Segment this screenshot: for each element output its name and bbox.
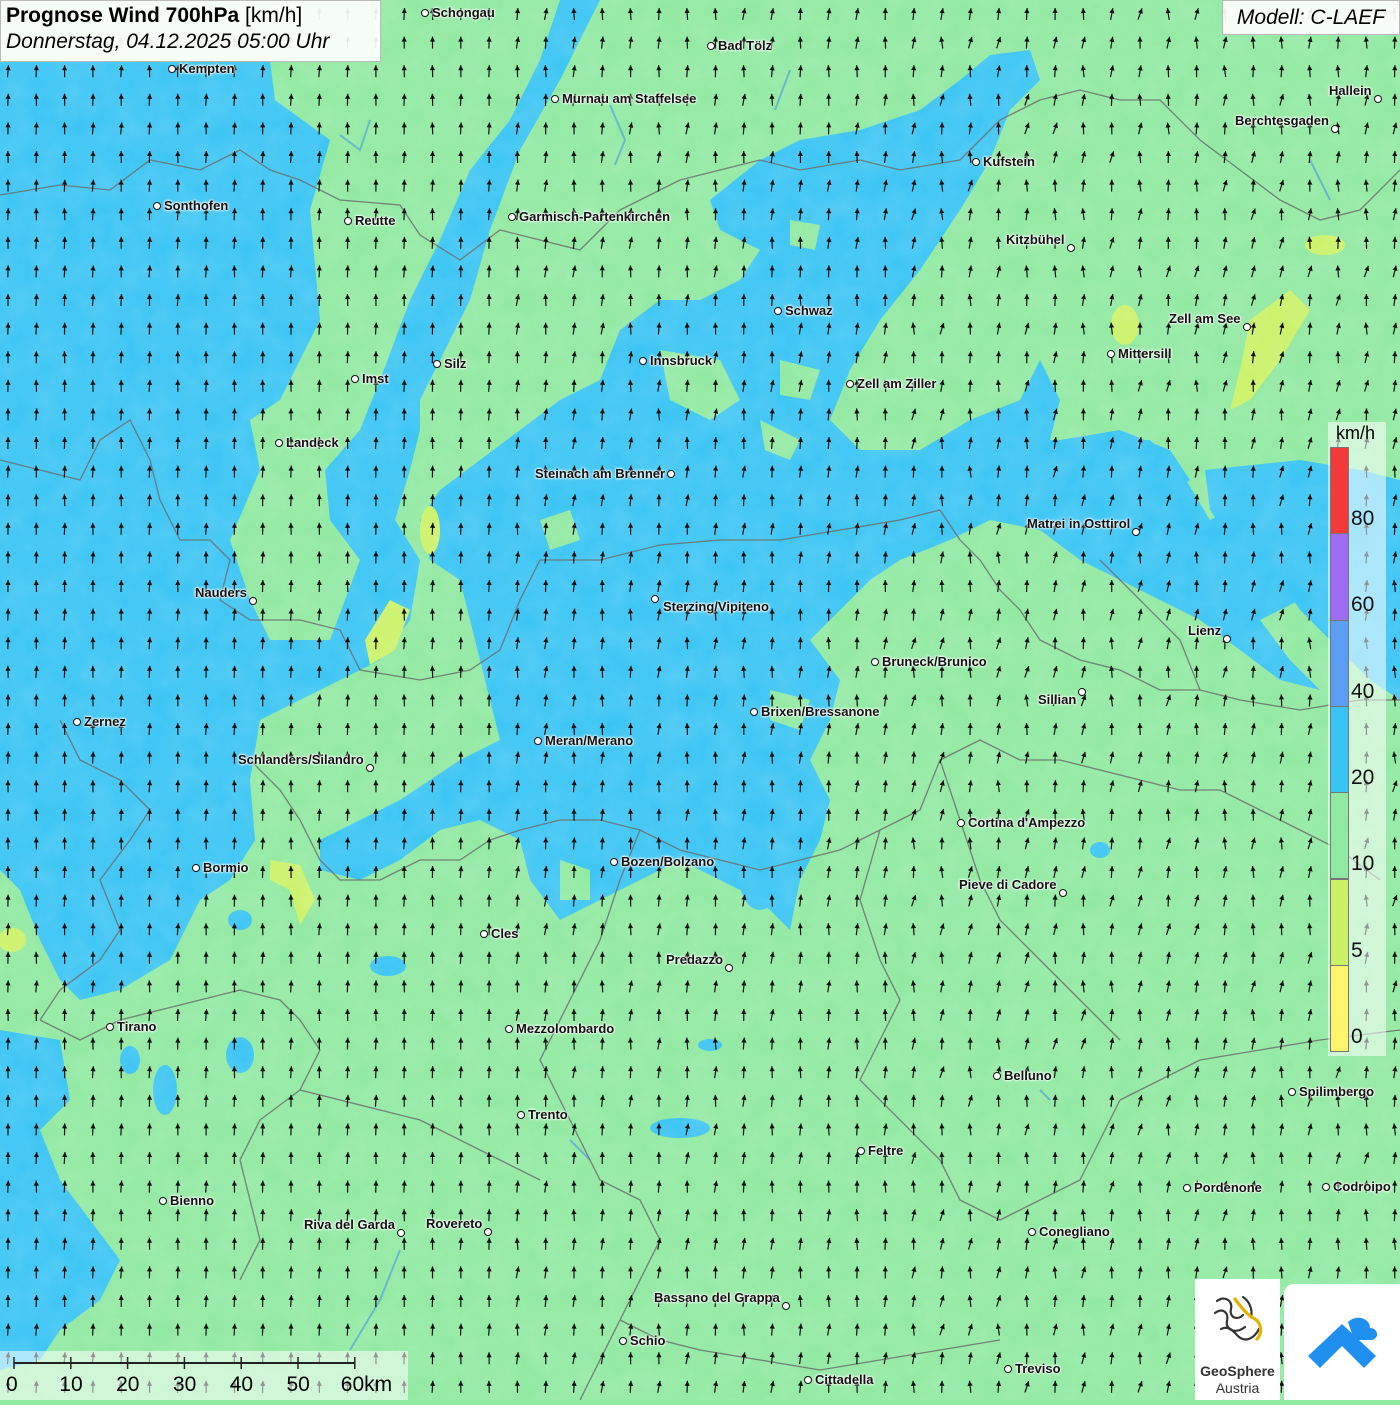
city-marker	[846, 380, 854, 388]
city-marker	[1107, 350, 1115, 358]
city-marker	[707, 42, 715, 50]
city-label: Zell am See	[1169, 312, 1241, 326]
city-marker	[725, 964, 733, 972]
city-label: Kitzbühel	[1006, 233, 1065, 247]
city-label: Imst	[362, 372, 389, 386]
city-marker	[1243, 323, 1251, 331]
map-title-main: Prognose Wind 700hPa	[6, 4, 239, 27]
city-marker	[421, 9, 429, 17]
city-label: Innsbruck	[650, 354, 712, 368]
city-marker	[534, 737, 542, 745]
city-label: Reutte	[355, 214, 395, 228]
city-marker	[651, 595, 659, 603]
city-marker	[344, 217, 352, 225]
city-label: Zell am Ziller	[857, 377, 936, 391]
city-marker	[505, 1025, 513, 1033]
city-label: Trento	[528, 1108, 568, 1122]
city-label: Steinach am Brenner	[535, 467, 665, 481]
city-marker	[1078, 688, 1086, 696]
city-marker	[73, 718, 81, 726]
city-label: Meran/Merano	[545, 734, 633, 748]
city-label: Hallein	[1329, 84, 1372, 98]
city-label: Sterzing/Vipiteno	[663, 600, 769, 614]
city-label: Sillian	[1038, 693, 1076, 707]
city-marker	[972, 158, 980, 166]
city-label: Spilimbergo	[1299, 1085, 1374, 1099]
city-label: Bozen/Bolzano	[621, 855, 714, 869]
city-label: Landeck	[286, 436, 339, 450]
city-label: Murnau am Staffelsee	[562, 92, 696, 106]
city-label: Predazzo	[666, 953, 723, 967]
city-marker	[1223, 635, 1231, 643]
city-marker	[639, 357, 647, 365]
city-marker	[249, 597, 257, 605]
city-label: Bormio	[203, 861, 249, 875]
city-label: Tirano	[117, 1020, 157, 1034]
city-label: Kufstein	[983, 155, 1035, 169]
model-label: Modell: C-LAEF	[1222, 0, 1400, 35]
city-marker	[1067, 244, 1075, 252]
city-label: Belluno	[1004, 1069, 1052, 1083]
city-label: Nauders	[195, 586, 247, 600]
map-title: Prognose Wind 700hPa [km/h]	[6, 4, 375, 28]
city-label: Mittersill	[1118, 347, 1171, 361]
city-label: Brixen/Bressanone	[761, 705, 880, 719]
city-marker	[957, 819, 965, 827]
city-label: Bruneck/Brunico	[882, 655, 987, 669]
city-label: Matrei in Osttirol	[1027, 517, 1130, 531]
city-marker	[1331, 125, 1339, 133]
city-marker	[517, 1111, 525, 1119]
city-label: Garmisch-Partenkirchen	[519, 210, 670, 224]
city-label: Sonthofen	[164, 199, 228, 213]
city-marker	[551, 95, 559, 103]
city-label: Kempten	[179, 62, 235, 76]
city-marker	[168, 65, 176, 73]
city-label: Zernez	[84, 715, 126, 729]
city-marker	[433, 360, 441, 368]
city-marker	[275, 439, 283, 447]
map-title-box: Prognose Wind 700hPa [km/h] Donnerstag, …	[0, 0, 381, 62]
city-marker	[750, 708, 758, 716]
city-marker	[1374, 95, 1382, 103]
city-label: Mezzolombardo	[516, 1022, 614, 1036]
map-title-unit: [km/h]	[245, 4, 302, 27]
city-label: Pieve di Cadore	[959, 878, 1057, 892]
city-label: Bad Tölz	[718, 39, 772, 53]
city-marker	[1132, 528, 1140, 536]
city-marker	[508, 213, 516, 221]
city-marker	[774, 307, 782, 315]
city-marker	[1288, 1088, 1296, 1096]
city-label: Berchtesgaden	[1235, 114, 1329, 128]
city-marker	[993, 1072, 1001, 1080]
city-marker	[857, 1147, 865, 1155]
city-label: Schwaz	[785, 304, 833, 318]
city-marker	[667, 470, 675, 478]
city-marker	[153, 202, 161, 210]
city-marker	[610, 858, 618, 866]
city-label: Silz	[444, 357, 466, 371]
city-marker	[366, 764, 374, 772]
city-marker	[871, 658, 879, 666]
city-label: Cles	[491, 927, 518, 941]
city-label: Feltre	[868, 1144, 903, 1158]
city-label: Lienz	[1188, 624, 1221, 638]
city-label: Cortina d'Ampezzo	[968, 816, 1085, 830]
city-label: Schlanders/Silandro	[238, 753, 364, 767]
city-marker	[480, 930, 488, 938]
city-marker	[351, 375, 359, 383]
city-marker	[1059, 889, 1067, 897]
city-label: Schongau	[432, 6, 495, 20]
forecast-datetime: Donnerstag, 04.12.2025 05:00 Uhr	[6, 30, 375, 54]
city-marker	[192, 864, 200, 872]
city-marker	[106, 1023, 114, 1031]
